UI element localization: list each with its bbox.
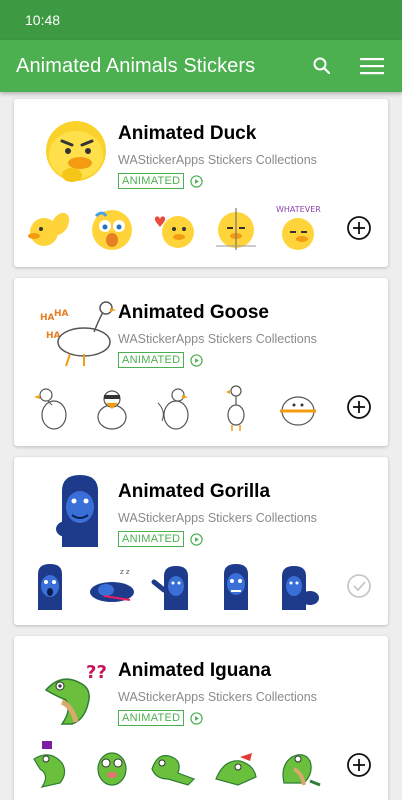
pack-name: Animated Duck [118, 123, 257, 144]
sticker-preview [97, 390, 127, 430]
pack-tray-image: ?? [32, 650, 118, 730]
pack-card-goose[interactable]: HA HA HA Animated Goose WAStickerApps St… [14, 278, 388, 446]
search-icon[interactable] [308, 52, 336, 80]
sticker-preview [280, 396, 316, 426]
animated-badge: ANIMATED [118, 352, 185, 368]
pack-publisher: WAStickerApps Stickers Collections [118, 332, 317, 346]
badge-row: ANIMATED [118, 710, 204, 726]
added-check-icon[interactable] [346, 573, 372, 599]
play-icon [190, 532, 204, 546]
pack-tray-image: HA HA HA [32, 292, 118, 372]
pack-name: Animated Goose [118, 302, 269, 323]
pack-card-iguana[interactable]: ?? Animated Iguana WAStickerApps Sticker… [14, 636, 388, 800]
sticker-text-whatever: WHATEVER [276, 205, 321, 214]
menu-icon[interactable] [358, 52, 386, 80]
sticker-preview [97, 752, 127, 786]
badge-row: ANIMATED [118, 173, 204, 189]
sticker-preview [215, 753, 257, 786]
sticker-text-ha: HA [54, 309, 69, 319]
sticker-preview [157, 388, 189, 430]
pack-publisher: WAStickerApps Stickers Collections [118, 153, 317, 167]
sticker-preview [151, 566, 188, 610]
sticker-preview [154, 216, 194, 248]
sticker-preview: z z [90, 568, 134, 602]
sticker-text-ha: HA [40, 313, 55, 323]
pack-card-duck[interactable]: Animated Duck WAStickerApps Stickers Col… [14, 99, 388, 267]
add-circle-icon[interactable] [346, 752, 372, 778]
pack-card-gorilla[interactable]: Animated Gorilla WAStickerApps Stickers … [14, 457, 388, 625]
pack-name: Animated Iguana [118, 660, 272, 681]
sticker-preview: WHATEVER [276, 205, 321, 250]
play-icon [190, 353, 204, 367]
sticker-preview [226, 385, 245, 431]
sticker-preview [282, 754, 321, 787]
status-bar: 10:48 [0, 0, 402, 40]
sticker-preview [216, 208, 256, 250]
sticker-preview-row: WHATEVER [24, 201, 324, 255]
pack-publisher: WAStickerApps Stickers Collections [118, 690, 317, 704]
svg-text:z z: z z [120, 568, 130, 576]
sticker-preview-row [24, 380, 324, 434]
status-time: 10:48 [25, 12, 61, 28]
pack-publisher: WAStickerApps Stickers Collections [118, 511, 317, 525]
play-icon [190, 711, 204, 725]
sticker-preview-row: z z [24, 559, 324, 613]
pack-name: Animated Gorilla [118, 481, 271, 502]
sticker-pack-list[interactable]: Animated Duck WAStickerApps Stickers Col… [0, 92, 402, 800]
sticker-preview-row [24, 738, 324, 792]
app-title: Animated Animals Stickers [16, 54, 256, 77]
pack-tray-image [32, 113, 118, 193]
sticker-preview [224, 564, 248, 610]
sticker-preview [38, 564, 62, 610]
add-circle-icon[interactable] [346, 215, 372, 241]
sticker-preview [34, 388, 67, 430]
badge-row: ANIMATED [118, 352, 204, 368]
sticker-preview [28, 212, 70, 246]
sticker-preview [92, 210, 132, 250]
play-icon [190, 174, 204, 188]
badge-row: ANIMATED [118, 531, 204, 547]
animated-badge: ANIMATED [118, 531, 185, 547]
app-bar: Animated Animals Stickers [0, 40, 402, 92]
sticker-preview [282, 566, 319, 610]
add-circle-icon[interactable] [346, 394, 372, 420]
animated-badge: ANIMATED [118, 173, 185, 189]
pack-tray-image [32, 471, 118, 551]
svg-text:??: ?? [86, 662, 107, 683]
sticker-preview [33, 741, 66, 788]
animated-badge: ANIMATED [118, 710, 185, 726]
sticker-preview [151, 754, 196, 786]
